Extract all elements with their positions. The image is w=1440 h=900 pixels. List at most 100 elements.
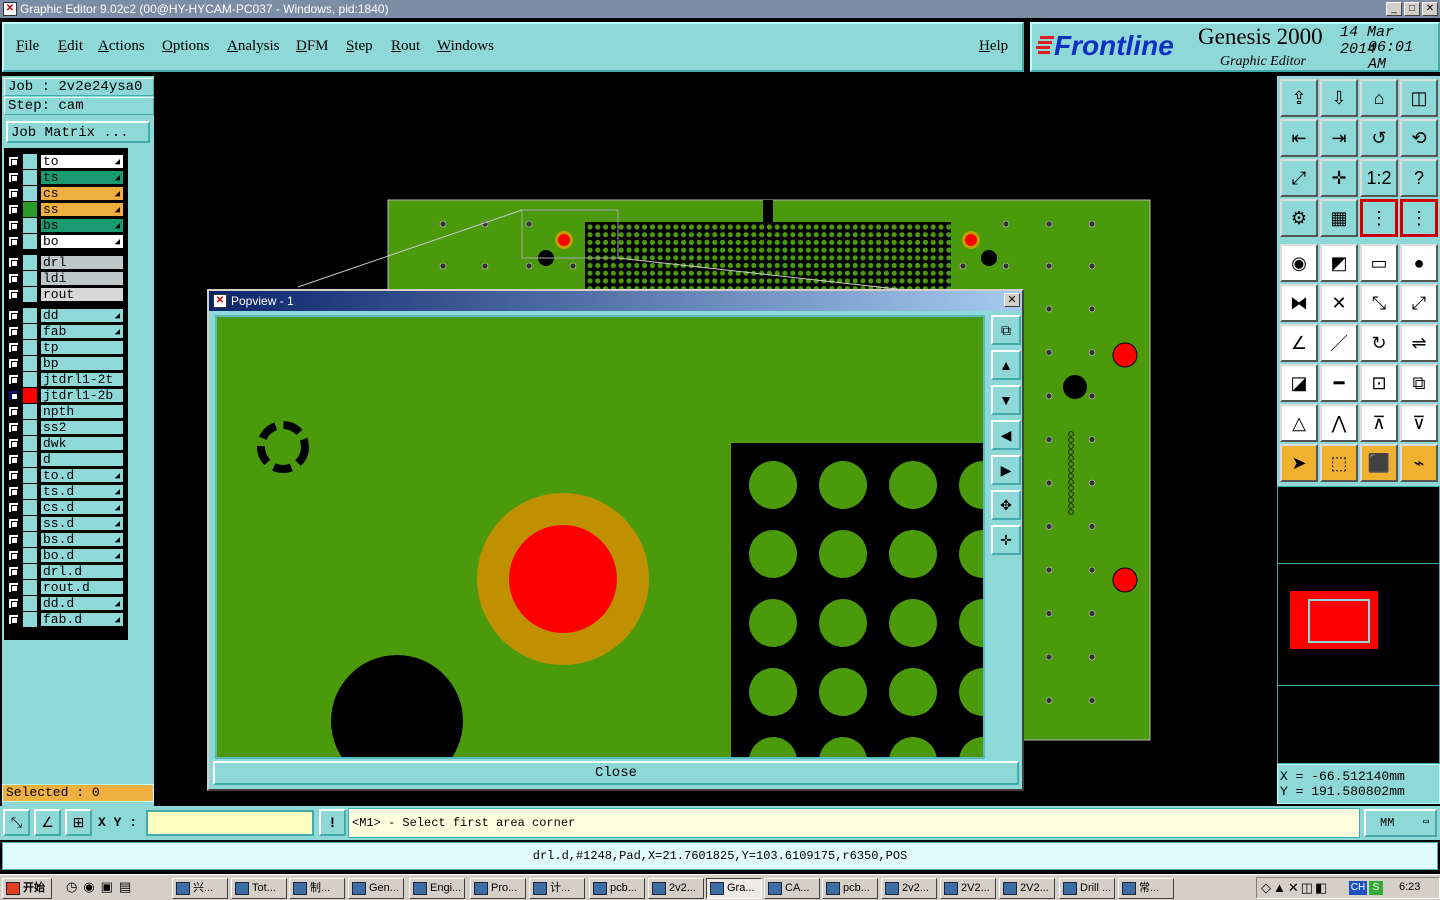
window-icon[interactable]: ◫ [1400,79,1438,117]
layer-name[interactable]: drl [40,255,124,270]
route-icon[interactable]: ⌁ [1400,444,1438,482]
connect-icon[interactable]: ⧓ [1280,284,1318,322]
layer-name[interactable]: bo.d ◢ [40,548,124,563]
layer-swatch[interactable] [23,356,37,371]
measure-icon[interactable]: ∠ [34,809,61,836]
angle-icon[interactable]: ∠ [1280,324,1318,362]
tray-icons[interactable]: ◇▲✕◫◧ [1261,880,1329,896]
xy-input[interactable] [146,810,314,836]
layer-checkbox[interactable] [8,502,19,513]
layer-row-fab[interactable]: fab ◢ [6,324,126,339]
peak-icon[interactable]: ⋀ [1320,404,1358,442]
layer-swatch[interactable] [23,548,37,563]
layer-checkbox[interactable] [8,374,19,385]
layer-name[interactable]: bs.d ◢ [40,532,124,547]
layer-name[interactable]: tp [40,340,124,355]
settings-icon[interactable]: ⚙ [1280,199,1318,237]
layer-checkbox[interactable] [8,598,19,609]
layer-swatch[interactable] [23,516,37,531]
taskbar-task[interactable]: 2V2... [999,878,1055,899]
select-icon[interactable]: ◉ [1280,244,1318,282]
diagonal-icon[interactable]: ／ [1320,324,1358,362]
menu-file[interactable]: File [16,38,39,55]
layer-swatch[interactable] [23,218,37,233]
pointer-filled-icon[interactable]: ⬛ [1360,444,1398,482]
snap-on-icon[interactable]: ⋮ [1360,199,1398,237]
layer-name[interactable]: dd.d ◢ [40,596,124,611]
layer-swatch[interactable] [23,596,37,611]
layer-name[interactable]: bs ◢ [40,218,124,233]
popview-pan-right-icon[interactable]: ▶ [991,455,1021,485]
layer-name[interactable]: drl.d [40,564,124,579]
taskbar-task[interactable]: 2v2... [881,878,937,899]
close-window-button[interactable]: ✕ [1422,2,1438,16]
layer-row-ts-d[interactable]: ts.d ◢ [6,484,126,499]
layer-name[interactable]: rout.d [40,580,124,595]
layer-row-ss2[interactable]: ss2 [6,420,126,435]
scale-icon[interactable]: 1:2 [1360,159,1398,197]
layer-swatch[interactable] [23,452,37,467]
cross-icon[interactable]: ✕ [1320,284,1358,322]
layer-name[interactable]: to.d ◢ [40,468,124,483]
popview-fit-icon[interactable]: ✛ [991,525,1021,555]
taskbar-task[interactable]: Pro... [470,878,526,899]
layer-name[interactable]: jtdrl1-2b [40,388,124,403]
grid-icon[interactable]: ⊞ [65,809,92,836]
layer-row-cs-d[interactable]: cs.d ◢ [6,500,126,515]
layer-checkbox[interactable] [8,582,19,593]
tray-language[interactable]: CH [1349,881,1367,895]
layer-row-bs[interactable]: bs ◢ [6,218,126,233]
taskbar-task[interactable]: pcb... [822,878,878,899]
layer-row-rout[interactable]: rout [6,287,126,302]
job-matrix-button[interactable]: Job Matrix ... [6,121,150,143]
layer-swatch[interactable] [23,532,37,547]
layer-swatch[interactable] [23,340,37,355]
layer-row-npth[interactable]: npth [6,404,126,419]
layer-name[interactable]: dd ◢ [40,308,124,323]
layer-checkbox[interactable] [8,566,19,577]
layer-name[interactable]: jtdrl1-2t [40,372,124,387]
layer-checkbox[interactable] [8,614,19,625]
menu-analysis[interactable]: Analysis [227,38,280,55]
open-icon[interactable]: ⇪ [1280,79,1318,117]
layer-checkbox[interactable] [8,518,19,529]
popview-zoom-icon[interactable]: ⧉ [991,315,1021,345]
zoom-center-icon[interactable]: ✛ [1320,159,1358,197]
layer-name[interactable]: fab.d ◢ [40,612,124,627]
taskbar-task[interactable]: 2V2... [940,878,996,899]
layer-swatch[interactable] [23,287,37,302]
layer-checkbox[interactable] [8,310,19,321]
snap-icon[interactable]: ⤡ [3,809,30,836]
popview-pan-down-icon[interactable]: ▼ [991,385,1021,415]
layer-row-dd-d[interactable]: dd.d ◢ [6,596,126,611]
layer-swatch[interactable] [23,580,37,595]
layer-swatch[interactable] [23,202,37,217]
menu-actions[interactable]: Actions [98,38,145,55]
layer-name[interactable]: to ◢ [40,154,124,169]
hline-icon[interactable]: ━ [1320,364,1358,402]
layer-swatch[interactable] [23,420,37,435]
layer-checkbox[interactable] [8,534,19,545]
layer-checkbox[interactable] [8,550,19,561]
layer-row-drl-d[interactable]: drl.d [6,564,126,579]
layer-checkbox[interactable] [8,273,19,284]
taskbar-task[interactable]: 制... [289,878,345,899]
popview-pan-up-icon[interactable]: ▲ [991,350,1021,380]
layer-swatch[interactable] [23,234,37,249]
layer-checkbox[interactable] [8,220,19,231]
layer-swatch[interactable] [23,324,37,339]
layer-row-ss-d[interactable]: ss.d ◢ [6,516,126,531]
layer-checkbox[interactable] [8,422,19,433]
popview-zoom-in-icon[interactable]: ✥ [991,490,1021,520]
layer-row-to-d[interactable]: to.d ◢ [6,468,126,483]
layer-row-jtdrl1-2t[interactable]: jtdrl1-2t [6,372,126,387]
layer-name[interactable]: bo ◢ [40,234,124,249]
minimize-button[interactable]: _ [1386,2,1402,16]
layer-name[interactable]: dwk [40,436,124,451]
layer-name[interactable]: ldi [40,271,124,286]
units-dropdown[interactable]: MM ▭ [1364,809,1437,837]
ruler-icon[interactable]: ▭ [1360,244,1398,282]
pad-icon[interactable]: ● [1400,244,1438,282]
layer-name[interactable]: ss ◢ [40,202,124,217]
line-icon[interactable]: ⤡ [1360,284,1398,322]
